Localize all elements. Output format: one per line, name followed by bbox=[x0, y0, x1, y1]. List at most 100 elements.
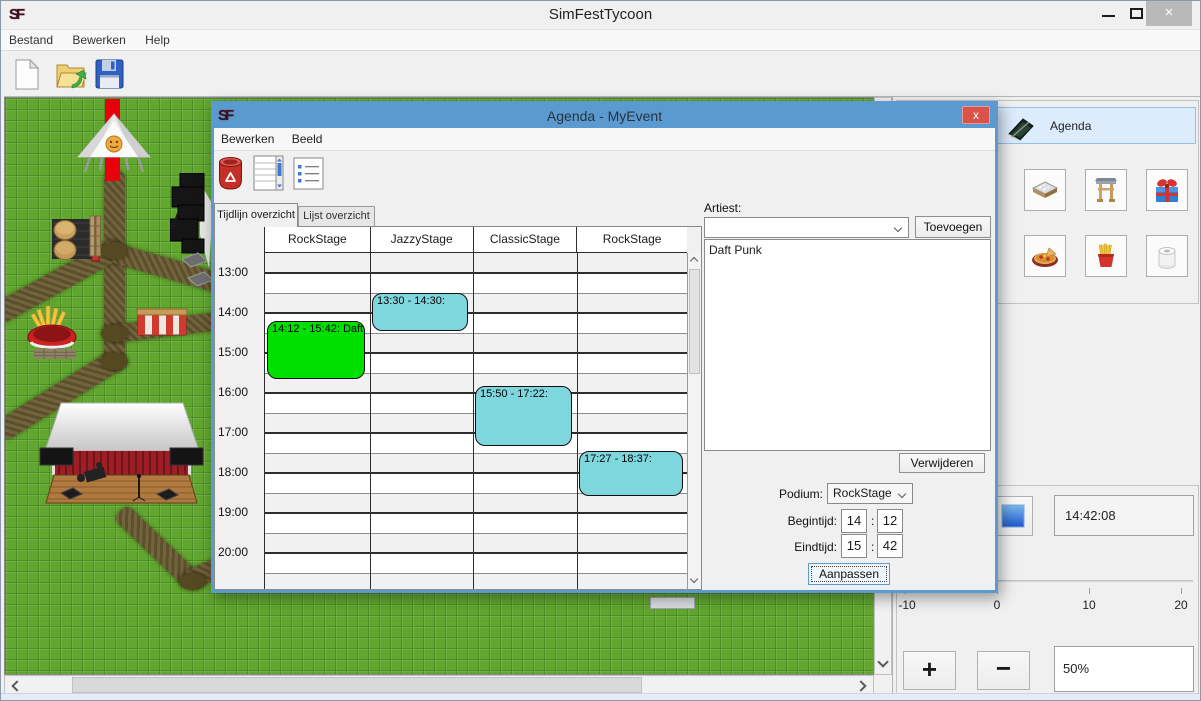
open-file-icon[interactable] bbox=[54, 58, 87, 91]
scroll-up-icon[interactable] bbox=[690, 257, 698, 265]
tool-toilet-paper-button[interactable] bbox=[1146, 235, 1188, 277]
tab-lijst-overzicht[interactable]: Lijst overzicht bbox=[298, 206, 375, 227]
end-hour-field[interactable]: 15 bbox=[841, 534, 867, 558]
tool-gift-button[interactable] bbox=[1146, 169, 1188, 211]
menu-bewerken[interactable]: Bewerken bbox=[64, 30, 133, 47]
schedule-event[interactable]: 15:50 - 17:22: bbox=[475, 386, 572, 445]
dialog-menu-beeld[interactable]: Beeld bbox=[285, 128, 330, 146]
artist-combobox[interactable] bbox=[704, 217, 909, 238]
end-minute-field[interactable]: 42 bbox=[877, 534, 903, 558]
grid-halfhour-line bbox=[265, 293, 687, 294]
close-icon: × bbox=[1165, 4, 1174, 21]
maximize-icon bbox=[1130, 8, 1143, 19]
artist-list-item[interactable]: Daft Punk bbox=[705, 240, 990, 257]
grid-halfhour-line bbox=[265, 533, 687, 534]
timeline-view-icon[interactable] bbox=[253, 155, 284, 191]
slider-tick-label: 10 bbox=[1075, 598, 1103, 612]
minimize-button[interactable] bbox=[1098, 1, 1120, 26]
apply-button[interactable]: Aanpassen bbox=[808, 563, 890, 585]
delete-bin-icon[interactable] bbox=[217, 156, 244, 191]
zoom-in-button[interactable]: + bbox=[903, 651, 956, 690]
toilet-paper-icon bbox=[1152, 241, 1182, 271]
stage-column-header: JazzyStage bbox=[370, 227, 473, 252]
sidebar-item-label: Agenda bbox=[1050, 119, 1091, 133]
schedule-event[interactable]: 14:12 - 15:42: Daft Punk bbox=[267, 321, 365, 379]
tool-pizza-button[interactable] bbox=[1024, 235, 1066, 277]
gift-box-icon bbox=[1152, 175, 1182, 205]
close-button[interactable]: × bbox=[1146, 1, 1192, 26]
begin-minute-field[interactable]: 12 bbox=[877, 509, 903, 533]
schedule-event[interactable]: 13:30 - 14:30: bbox=[372, 293, 468, 331]
map-path-node bbox=[101, 353, 128, 370]
menu-help[interactable]: Help bbox=[137, 30, 178, 47]
begin-hour-field[interactable]: 14 bbox=[841, 509, 867, 533]
scroll-left-icon[interactable] bbox=[11, 680, 22, 691]
fries-stand bbox=[26, 305, 78, 352]
time-label: 19:00 bbox=[218, 505, 248, 519]
tool-fries-button[interactable] bbox=[1085, 235, 1127, 277]
scroll-right-icon[interactable] bbox=[855, 680, 866, 691]
sim-speed-button[interactable] bbox=[993, 496, 1033, 536]
grid-row bbox=[265, 293, 687, 313]
hscroll-thumb[interactable] bbox=[72, 677, 642, 693]
scroll-down-icon[interactable] bbox=[877, 656, 888, 667]
tab-tijdlijn-overzicht[interactable]: Tijdlijn overzicht bbox=[214, 203, 298, 227]
time-colon: : bbox=[871, 540, 874, 554]
podium-combobox[interactable]: RockStage bbox=[827, 483, 913, 504]
slider-tick bbox=[1089, 588, 1090, 594]
stage-rig bbox=[170, 173, 215, 298]
road-tile-icon bbox=[1030, 175, 1060, 205]
agenda-dialog: SF Agenda - MyEvent x Bewerken Beeld bbox=[211, 101, 998, 593]
dialog-close-button[interactable]: x bbox=[962, 106, 990, 124]
zoom-out-button[interactable]: − bbox=[977, 651, 1030, 690]
artist-listbox[interactable]: Daft Punk bbox=[704, 239, 991, 451]
end-time-label: Eindtijd: bbox=[767, 540, 837, 554]
podium-label: Podium: bbox=[767, 487, 823, 501]
artist-combobox-value bbox=[705, 220, 709, 234]
map-path-node bbox=[179, 573, 206, 590]
grid-row bbox=[265, 273, 687, 293]
menu-bestand[interactable]: Bestand bbox=[1, 30, 61, 47]
minimize-icon bbox=[1102, 15, 1115, 17]
schedule-grid[interactable]: 14:12 - 15:42: Daft Punk13:30 - 14:30: 15… bbox=[264, 253, 687, 589]
grid-hour-line bbox=[265, 272, 687, 274]
zoom-level-value: 50% bbox=[1063, 661, 1089, 676]
slider-tick-label: -10 bbox=[893, 598, 921, 612]
sim-time-value: 14:42:08 bbox=[1065, 508, 1116, 523]
toilet-building bbox=[650, 597, 695, 609]
schedule-event[interactable]: 17:27 - 18:37: bbox=[579, 451, 683, 496]
grid-hour-line bbox=[265, 552, 687, 554]
tool-torii-gate-button[interactable] bbox=[1085, 169, 1127, 211]
chevron-down-icon bbox=[894, 224, 902, 232]
map-path-node bbox=[101, 325, 128, 342]
time-colon: : bbox=[871, 514, 874, 528]
agenda-book-icon bbox=[1004, 110, 1038, 144]
new-file-icon[interactable] bbox=[13, 58, 41, 91]
time-label: 16:00 bbox=[218, 385, 248, 399]
map-hscrollbar[interactable] bbox=[4, 675, 874, 695]
dialog-close-icon: x bbox=[973, 108, 979, 122]
grid-row bbox=[265, 533, 687, 553]
schedule-header: RockStageJazzyStageClassicStageRockStage bbox=[264, 227, 687, 253]
save-file-icon[interactable] bbox=[94, 58, 125, 90]
stage-column-header: RockStage bbox=[265, 227, 370, 252]
time-gutter: 13:0014:0015:0016:0017:0018:0019:0020:00 bbox=[215, 253, 264, 589]
maximize-button[interactable] bbox=[1126, 1, 1148, 26]
scroll-corner bbox=[874, 675, 892, 695]
grid-hour-line bbox=[265, 512, 687, 514]
zoom-level-box: 50% bbox=[1054, 646, 1194, 692]
remove-button[interactable]: Verwijderen bbox=[899, 453, 985, 473]
main-toolbar bbox=[1, 52, 1200, 96]
list-view-icon[interactable] bbox=[293, 157, 324, 190]
tool-road-tile-button[interactable] bbox=[1024, 169, 1066, 211]
dialog-menu-bewerken[interactable]: Bewerken bbox=[214, 128, 281, 146]
vscroll-thumb[interactable] bbox=[689, 269, 700, 374]
grid-column-line bbox=[370, 253, 371, 589]
artist-label: Artiest: bbox=[704, 201, 741, 215]
grid-row bbox=[265, 553, 687, 573]
add-artist-button[interactable]: Toevoegen bbox=[915, 216, 991, 238]
schedule-scrollbar[interactable] bbox=[687, 253, 701, 589]
scroll-down-icon[interactable] bbox=[690, 575, 698, 583]
dialog-titlebar[interactable]: SF Agenda - MyEvent x bbox=[214, 104, 995, 128]
slider-tick-label: 20 bbox=[1167, 598, 1195, 612]
